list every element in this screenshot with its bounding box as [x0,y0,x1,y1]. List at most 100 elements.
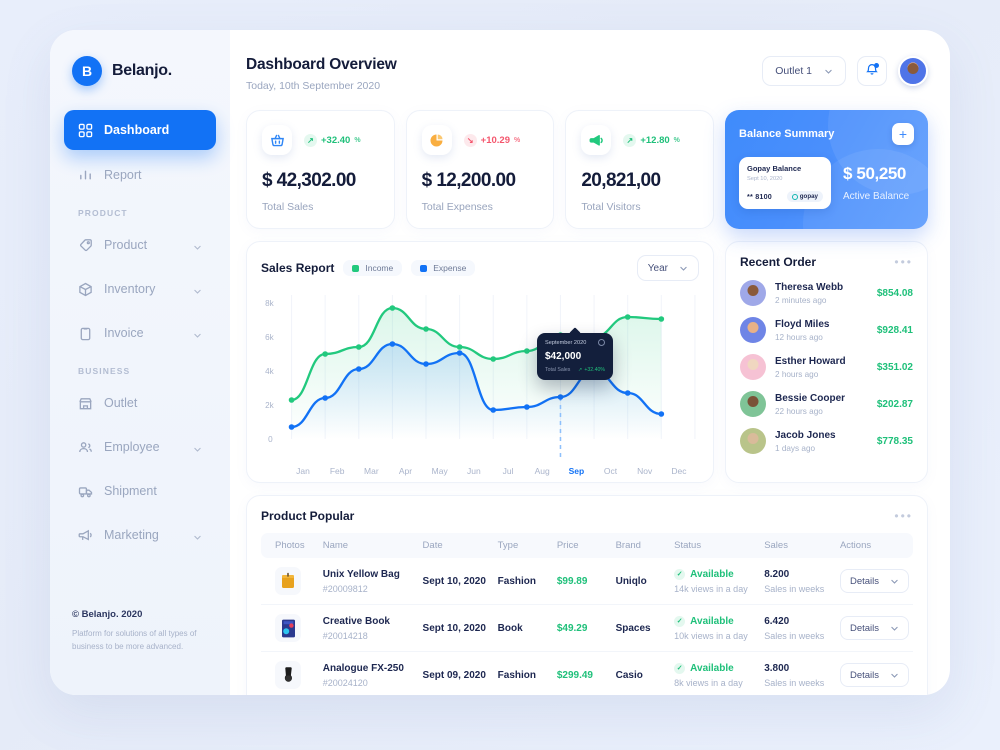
x-tick: Oct [603,466,618,476]
customer-name: Floyd Miles [775,318,830,330]
list-item[interactable]: Theresa Webb 2 minutes ago $854.08 [740,280,913,306]
balance-header: Balance Summary + [739,123,915,145]
gopay-balance-card[interactable]: Gopay Balance Sept 10, 2020 ** 8100 gopa… [739,157,832,209]
watch-thumbnail [275,661,301,689]
cell-brand: Casio [615,669,643,681]
sales-chart[interactable]: 8k 6k 4k 2k 0 September 2020 $42,000 Tot… [261,289,699,464]
order-time: 22 hours ago [775,406,823,416]
gopay-card-row: ** 8100 gopay [747,191,824,202]
x-tick: May [431,466,448,476]
avatar [740,354,766,380]
brand[interactable]: B Belanjo. [50,52,230,86]
details-button-label: Details [849,669,879,681]
cell-sales: 6.420 Sales in weeks [760,604,836,652]
list-item[interactable]: Floyd Miles 12 hours ago $928.41 [740,317,913,343]
list-item[interactable]: Bessie Cooper 22 hours ago $202.87 [740,391,913,417]
balance-summary-card: Balance Summary + Gopay Balance Sept 10,… [725,110,929,229]
svg-text:6k: 6k [265,333,275,342]
balance-amount-label: Active Balance [843,191,910,202]
gopay-logo-text: gopay [799,193,819,200]
order-customer: Jacob Jones 1 days ago [775,430,868,453]
cell-photo [261,652,319,696]
sidebar-section-product: PRODUCT [78,208,128,218]
sidebar-item-shipment[interactable]: Shipment [64,472,216,510]
customer-name: Bessie Cooper [775,392,846,404]
details-button[interactable]: Details [839,616,909,640]
tooltip-label: Total Sales [545,367,571,373]
stat-trend-badge: ↗ +12.80% [623,133,680,147]
sidebar-item-invoice[interactable]: Invoice [64,314,216,352]
cell-sales: 3.800 Sales in weeks [760,652,836,696]
x-tick-selected: Sep [568,466,585,476]
avatar[interactable] [898,56,928,86]
check-icon: ✓ [674,568,686,580]
avatar [740,391,766,417]
details-button[interactable]: Details [839,663,909,687]
cell-date: Sept 10, 2020 [418,558,494,605]
cell-photo [261,604,319,652]
sidebar-item-inventory[interactable]: Inventory [64,270,216,308]
cell-name: Unix Yellow Bag #20009812 [318,558,419,605]
chevron-down-icon [890,624,899,633]
list-item[interactable]: Esther Howard 2 hours ago $351.02 [740,354,913,380]
app-window: B Belanjo. Dashboard Report PRODUCT Prod… [50,30,950,695]
stat-value: $ 12,200.00 [421,170,516,191]
stat-trend-value: +32.40 [321,134,351,146]
list-item[interactable]: Jacob Jones 1 days ago $778.35 [740,428,913,454]
outlet-select[interactable]: Outlet 1 [762,56,846,86]
sidebar-item-marketing[interactable]: Marketing [64,516,216,554]
sidebar: B Belanjo. Dashboard Report PRODUCT Prod… [50,30,230,695]
cell-actions: Details [836,652,913,696]
add-balance-button[interactable]: + [892,123,915,145]
balance-amount: $ 50,250 [843,164,906,183]
legend-label: Income [365,263,394,273]
chart-svg: 8k 6k 4k 2k 0 [265,295,696,457]
product-popular-card: Product Popular ••• Photos Name Date Typ… [246,495,928,695]
sidebar-item-label: Product [104,238,148,252]
table-row[interactable]: Creative Book #20014218 Sept 10, 2020 Bo… [261,604,913,652]
table-body: Unix Yellow Bag #20009812 Sept 10, 2020 … [261,558,913,695]
stat-header: ↗ +32.40% [262,125,379,155]
check-icon: ✓ [674,615,686,627]
stat-label: Total Visitors [581,201,641,213]
sidebar-item-product[interactable]: Product [64,226,216,264]
year-select[interactable]: Year [636,255,699,281]
balance-body: Gopay Balance Sept 10, 2020 ** 8100 gopa… [739,157,914,209]
cell-brand: Spaces [611,604,671,652]
avatar [740,317,766,343]
x-tick: Jun [467,466,481,476]
chevron-down-icon [193,329,202,338]
column-header-brand: Brand [611,533,671,558]
product-popular-header: Product Popular ••• [261,509,913,523]
more-horizontal-icon[interactable]: ••• [894,510,913,522]
sidebar-nav: Dashboard Report PRODUCT Product Invento… [50,110,230,560]
more-horizontal-icon[interactable]: ••• [894,256,913,268]
details-button[interactable]: Details [839,569,909,593]
sidebar-item-report[interactable]: Report [64,156,216,194]
table-row[interactable]: Analogue FX-250 #20024120 Sept 09, 2020 … [261,652,913,696]
tooltip-trend-value: +32.40% [584,367,605,373]
product-id: #20009812 [322,583,368,594]
chevron-down-icon [890,577,899,586]
sidebar-item-employee[interactable]: Employee [64,428,216,466]
chart-tooltip: September 2020 $42,000 Total Sales ↗ +32… [537,333,613,380]
gopay-ring-icon [791,193,798,200]
sidebar-item-outlet[interactable]: Outlet [64,384,216,422]
stat-label: Total Expenses [421,201,493,213]
sales-subtext: Sales in weeks [764,677,825,688]
notifications-button[interactable] [857,56,887,86]
x-tick: Aug [534,466,550,476]
sales-value: 3.800 [764,662,790,674]
svg-text:4k: 4k [265,367,275,376]
sidebar-item-dashboard[interactable]: Dashboard [64,110,216,150]
table-row[interactable]: Unix Yellow Bag #20009812 Sept 10, 2020 … [261,558,913,605]
tooltip-header: September 2020 [545,339,605,346]
tooltip-trend-badge: ↗ +32.40% [578,367,605,373]
product-popular-title: Product Popular [261,509,355,523]
stat-trend-badge: ↗ +32.40% [304,133,361,147]
chevron-down-icon [679,264,688,273]
order-customer: Esther Howard 2 hours ago [775,356,868,379]
sales-value: 8.200 [764,568,790,580]
chevron-down-icon [193,443,202,452]
tag-icon [78,238,93,253]
